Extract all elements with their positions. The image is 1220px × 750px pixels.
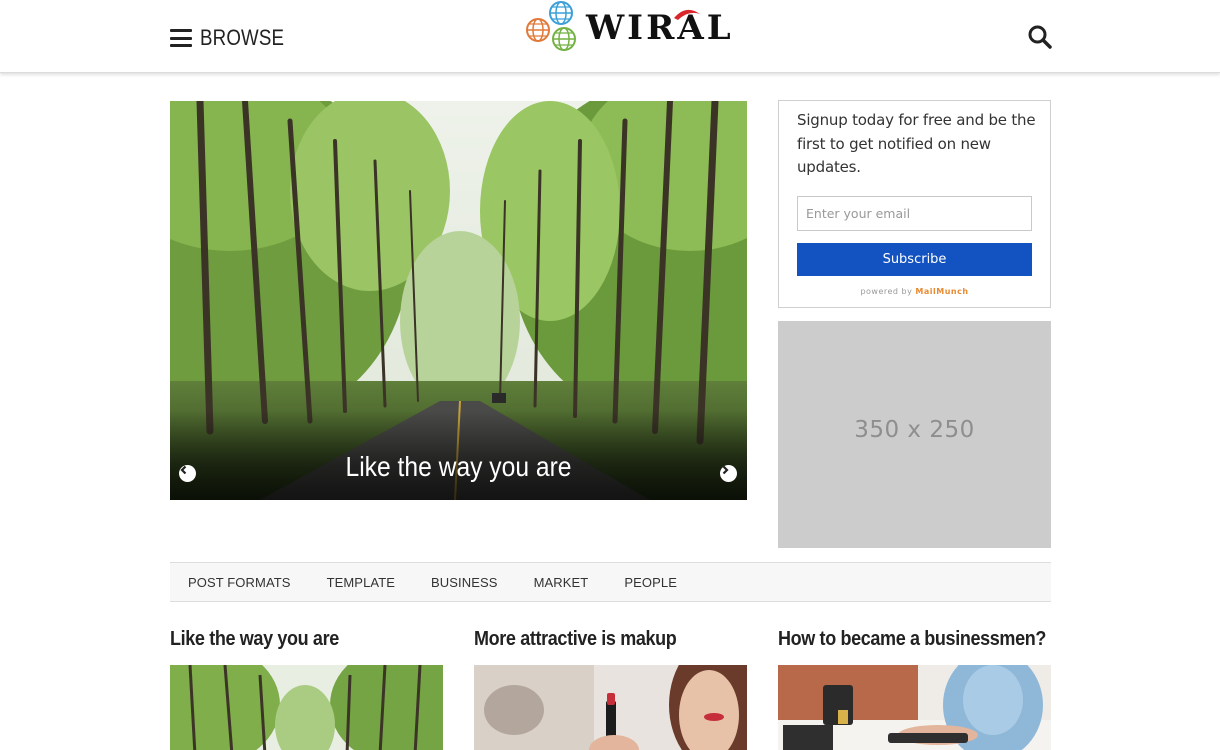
featured-slider[interactable]: Like the way you are bbox=[170, 101, 747, 500]
email-field[interactable] bbox=[797, 196, 1032, 231]
globe-logo-icon bbox=[526, 1, 576, 51]
search-button[interactable] bbox=[1027, 24, 1053, 50]
post-thumbnail[interactable] bbox=[778, 665, 1051, 750]
slider-next-button[interactable] bbox=[720, 465, 737, 482]
powered-by: powered by MailMunch bbox=[779, 287, 1050, 296]
post-thumbnail[interactable] bbox=[170, 665, 443, 750]
signup-description: Signup today for free and be the first t… bbox=[797, 111, 1036, 176]
post-title[interactable]: Like the way you are bbox=[170, 628, 416, 651]
category-item-business[interactable]: BUSINESS bbox=[431, 575, 498, 590]
post-thumbnail[interactable] bbox=[474, 665, 747, 750]
category-item-post-formats[interactable]: POST FORMATS bbox=[188, 575, 291, 590]
post-card: Like the way you are bbox=[170, 628, 443, 750]
ad-placeholder[interactable]: 350 x 250 bbox=[778, 321, 1051, 548]
post-card: More attractive is makup bbox=[474, 628, 747, 750]
ad-size-label: 350 x 250 bbox=[854, 416, 975, 443]
category-item-market[interactable]: MARKET bbox=[534, 575, 589, 590]
subscribe-button[interactable]: Subscribe bbox=[797, 243, 1032, 276]
browse-label: BROWSE bbox=[200, 25, 285, 50]
forest-thumbnail-image bbox=[170, 665, 443, 750]
site-header: BROWSE WIRAL bbox=[0, 0, 1220, 73]
hamburger-icon bbox=[170, 29, 192, 47]
powered-by-brand-link[interactable]: MailMunch bbox=[915, 287, 968, 296]
makeup-thumbnail-image bbox=[474, 665, 747, 750]
category-item-template[interactable]: TEMPLATE bbox=[327, 575, 395, 590]
chevron-right-icon bbox=[722, 465, 729, 475]
chevron-left-icon bbox=[180, 465, 187, 475]
post-title[interactable]: How to became a businessmen? bbox=[778, 628, 1046, 651]
logo-wordmark: WIRAL bbox=[586, 8, 734, 48]
category-nav: POST FORMATS TEMPLATE BUSINESS MARKET PE… bbox=[170, 562, 1051, 602]
signup-widget: Signup today for free and be the first t… bbox=[778, 100, 1051, 308]
site-logo[interactable]: WIRAL bbox=[524, 0, 731, 55]
category-item-people[interactable]: PEOPLE bbox=[624, 575, 677, 590]
slider-prev-button[interactable] bbox=[179, 465, 196, 482]
slide-title[interactable]: Like the way you are bbox=[205, 451, 713, 483]
business-thumbnail-image bbox=[778, 665, 1051, 750]
powered-by-prefix: powered by bbox=[860, 287, 913, 296]
browse-menu-button[interactable]: BROWSE bbox=[170, 24, 299, 52]
post-card: How to became a businessmen? bbox=[778, 628, 1051, 750]
post-title[interactable]: More attractive is makup bbox=[474, 628, 720, 651]
search-icon bbox=[1028, 25, 1052, 49]
logo-swoosh-icon bbox=[674, 9, 700, 20]
